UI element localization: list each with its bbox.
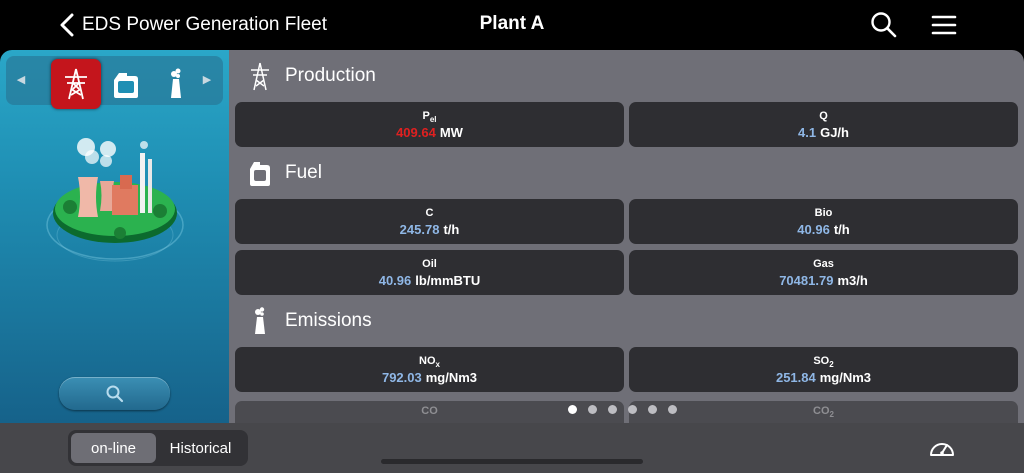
metric-label: Pel xyxy=(422,110,437,124)
mode-historical-button[interactable]: Historical xyxy=(156,433,245,463)
gauge-icon[interactable] xyxy=(928,435,956,459)
next-category-arrow[interactable]: ▶ xyxy=(200,72,214,88)
metric-label: CO xyxy=(421,405,438,417)
prev-category-arrow[interactable]: ◀ xyxy=(14,72,28,88)
metric-value: 792.03 mg/Nm3 xyxy=(381,370,478,385)
metric-label: CO2 xyxy=(813,405,834,419)
metric-card-q[interactable]: Q 4.1 GJ/h xyxy=(629,102,1018,147)
metric-label: Gas xyxy=(813,258,834,270)
metric-card-co[interactable]: CO xyxy=(235,401,624,423)
fuel-can-icon xyxy=(114,73,138,98)
page-title: Plant A xyxy=(479,13,545,34)
metric-value: 251.84 mg/Nm3 xyxy=(775,370,872,385)
search-button[interactable] xyxy=(869,10,899,40)
metric-value: 245.78 t/h xyxy=(399,222,460,237)
metric-label: Bio xyxy=(814,207,833,219)
metric-label: C xyxy=(425,207,434,219)
metric-card-co2[interactable]: CO2 xyxy=(629,401,1018,423)
page-dot[interactable] xyxy=(648,405,657,414)
power-tower-icon xyxy=(251,62,269,91)
section-fuel-header: Fuel xyxy=(247,156,322,190)
metric-value: 4.1 GJ/h xyxy=(798,125,849,140)
search-icon xyxy=(871,12,897,38)
metric-card-so2[interactable]: SO2 251.84 mg/Nm3 xyxy=(629,347,1018,392)
metric-card-pel[interactable]: Pel 409.64 MW xyxy=(235,102,624,147)
page-dot[interactable] xyxy=(668,405,677,414)
plant-illustration xyxy=(46,138,184,262)
mode-online-button[interactable]: on-line xyxy=(71,433,156,463)
metric-card-oil[interactable]: Oil 40.96 lb/mmBTU xyxy=(235,250,624,295)
metric-value: 409.64 MW xyxy=(396,125,463,140)
power-tower-icon xyxy=(65,68,87,100)
metric-value: 70481.79 m3/h xyxy=(779,273,868,288)
sidebar-search-button[interactable] xyxy=(59,377,170,410)
metric-label: Q xyxy=(819,110,828,122)
back-label: EDS Power Generation Fleet xyxy=(82,14,328,35)
metric-label: NOx xyxy=(419,355,440,369)
section-title: Emissions xyxy=(285,310,372,331)
mode-segmented-control: on-line Historical xyxy=(68,430,248,466)
content-panel: Production Pel 409.64 MW Q 4.1 GJ/h Fuel C… xyxy=(229,50,1024,423)
category-production[interactable] xyxy=(51,59,101,109)
bottom-toolbar: on-line Historical xyxy=(0,423,1024,473)
category-emissions[interactable] xyxy=(151,59,201,109)
chimney-icon xyxy=(255,307,265,334)
category-fuel[interactable] xyxy=(101,59,151,109)
metric-label: SO2 xyxy=(813,355,834,369)
section-title: Production xyxy=(285,65,376,86)
chimney-icon xyxy=(171,68,181,98)
sidebar: ◀ ▶ xyxy=(0,50,229,423)
page-dot[interactable] xyxy=(628,405,637,414)
page-indicator xyxy=(568,405,677,415)
page-dot[interactable] xyxy=(568,405,577,414)
chevron-left-icon xyxy=(60,13,74,37)
metric-card-nox[interactable]: NOx 792.03 mg/Nm3 xyxy=(235,347,624,392)
menu-button[interactable] xyxy=(929,10,959,40)
section-emissions-header: Emissions xyxy=(247,304,372,338)
main-area: ◀ ▶ Production Pel 409.64 MW Q 4.1 GJ/h … xyxy=(0,50,1024,423)
home-indicator xyxy=(381,459,643,464)
metric-value: 40.96 lb/mmBTU xyxy=(378,273,481,288)
page-dot[interactable] xyxy=(608,405,617,414)
nav-bar: EDS Power Generation Fleet Plant A xyxy=(0,0,1024,50)
metric-card-gas[interactable]: Gas 70481.79 m3/h xyxy=(629,250,1018,295)
search-icon xyxy=(106,385,123,402)
fuel-can-icon xyxy=(250,162,270,186)
metric-card-bio[interactable]: Bio 40.96 t/h xyxy=(629,199,1018,244)
metric-card-c[interactable]: C 245.78 t/h xyxy=(235,199,624,244)
section-production-header: Production xyxy=(247,59,376,93)
menu-icon xyxy=(931,15,957,35)
section-title: Fuel xyxy=(285,162,322,183)
metric-value: 40.96 t/h xyxy=(797,222,850,237)
metric-label: Oil xyxy=(422,258,437,270)
category-strip: ◀ ▶ xyxy=(6,56,223,109)
page-dot[interactable] xyxy=(588,405,597,414)
back-button[interactable]: EDS Power Generation Fleet xyxy=(58,10,327,40)
